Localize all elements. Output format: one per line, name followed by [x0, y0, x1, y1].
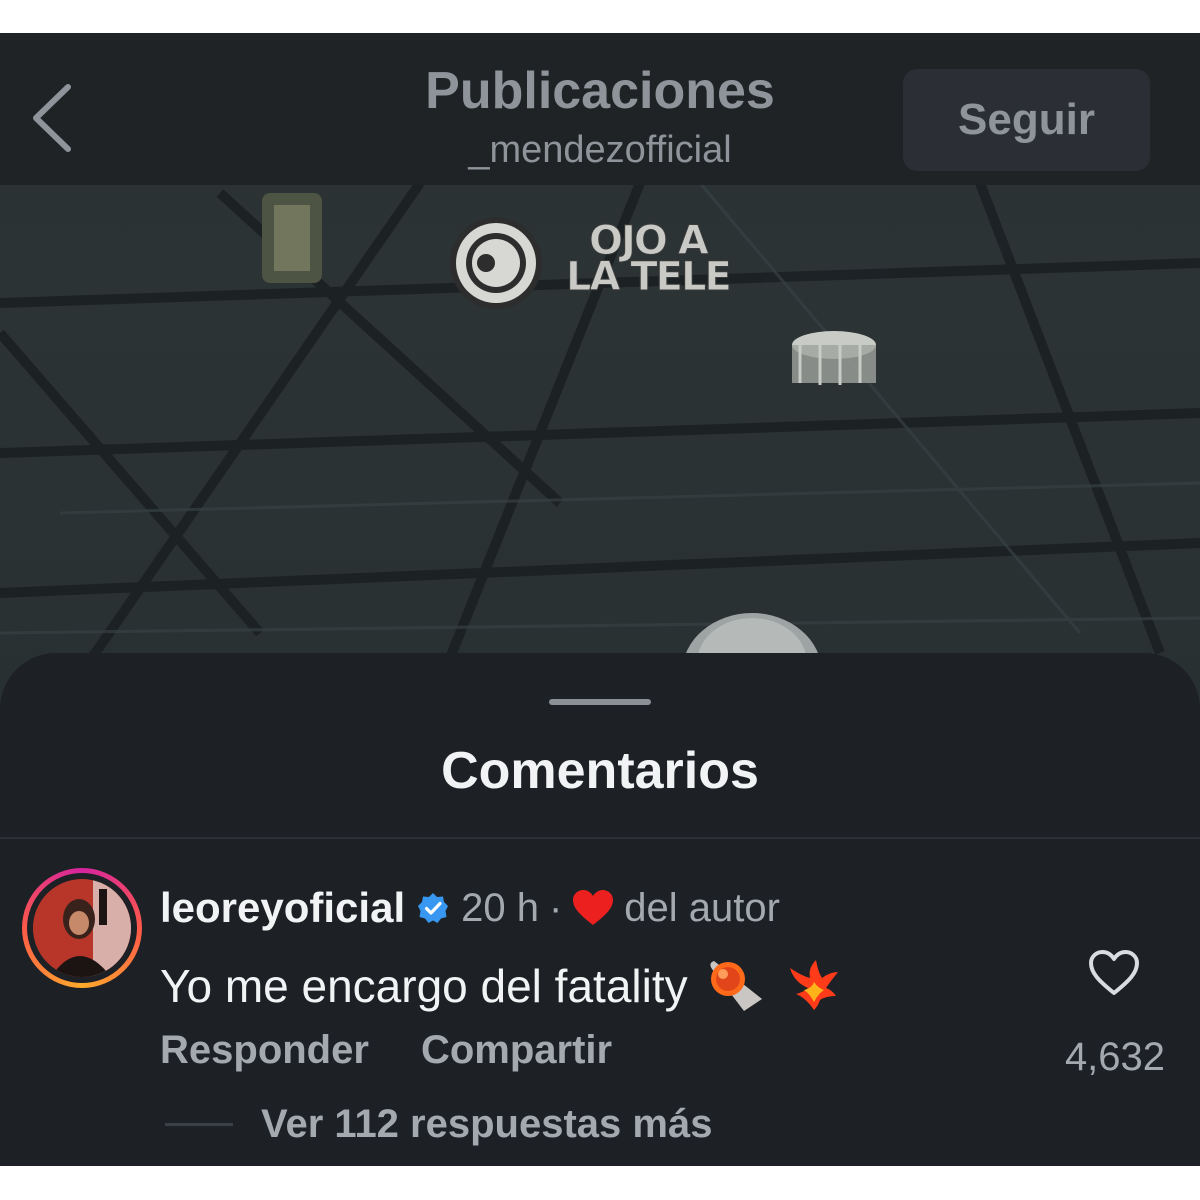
avatar-ring-gap — [27, 873, 137, 983]
phone-screen: OJO A LA TELE Publicaciones _mendezoffic… — [0, 33, 1200, 1166]
ojo-a-la-tele-logo: OJO A LA TELE — [446, 213, 756, 313]
logo-text: OJO A LA TELE — [566, 221, 733, 300]
view-replies-button[interactable]: Ver 112 respuestas más — [165, 1099, 712, 1149]
comments-title: Comentarios — [441, 742, 759, 800]
share-button[interactable]: Compartir — [421, 1028, 612, 1073]
sheet-divider — [0, 837, 1200, 839]
sheet-grabber[interactable] — [549, 699, 651, 705]
singer-photo-icon — [33, 879, 131, 977]
comment-header: leoreyoficial 20 h · del autor — [160, 883, 780, 933]
top-navigation-bar: Publicaciones _mendezofficial Seguir — [0, 33, 1200, 185]
comments-sheet: Comentarios leoreyoficial 20 h · del aut… — [0, 653, 1200, 1166]
avatar[interactable] — [22, 868, 142, 988]
replies-line — [165, 1122, 233, 1126]
meta-separator: · — [548, 885, 563, 930]
like-count: 4,632 — [1064, 1035, 1166, 1079]
logo-line-2: LA TELE — [566, 254, 733, 300]
heart-outline-icon — [1089, 950, 1139, 995]
like-button[interactable] — [1084, 945, 1144, 1001]
comment-username[interactable]: leoreyoficial — [160, 884, 405, 932]
author-like-label: del autor — [624, 885, 780, 930]
follow-button[interactable]: Seguir — [903, 69, 1150, 171]
author-liked-heart-icon — [572, 889, 614, 927]
reply-button[interactable]: Responder — [160, 1028, 369, 1073]
comet-icon — [704, 955, 770, 1017]
comment-body: Yo me encargo del fatality — [160, 958, 842, 1014]
view-replies-label: Ver 112 respuestas más — [261, 1101, 713, 1146]
eye-logo-icon — [450, 217, 542, 309]
verified-badge-icon — [417, 892, 449, 924]
comment-time: 20 h — [461, 885, 539, 930]
phoenix-icon — [786, 958, 842, 1014]
comment-text: Yo me encargo del fatality — [160, 960, 688, 1012]
avatar-photo — [33, 879, 131, 977]
comment-actions: Responder Compartir — [160, 1025, 612, 1075]
